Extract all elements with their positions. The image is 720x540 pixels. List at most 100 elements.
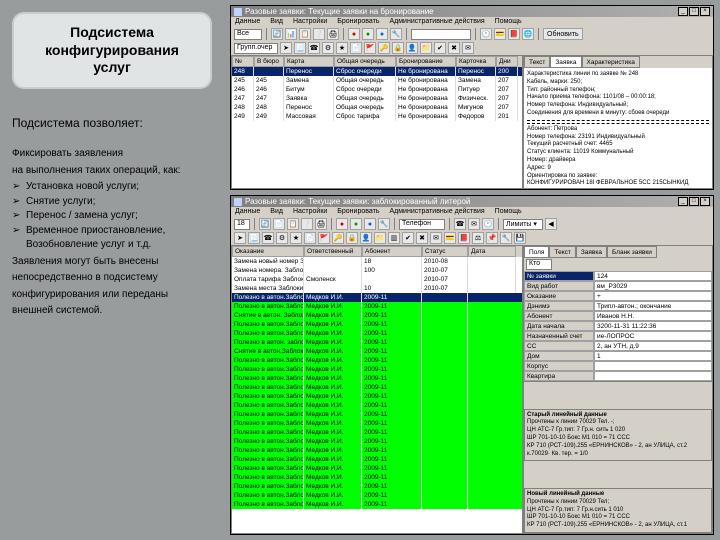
user-icon[interactable]: 👤 — [360, 232, 372, 244]
menu-item[interactable]: Данные — [235, 208, 260, 216]
tab-text[interactable]: Текст — [524, 56, 550, 68]
folder-icon[interactable]: 📁 — [374, 232, 386, 244]
copy-icon[interactable]: 📋 — [287, 218, 299, 230]
table-row[interactable]: Полезно в автон.ЗаблокированаМедков И.И.… — [232, 491, 522, 500]
tool-icon[interactable]: 🔧 — [390, 28, 402, 40]
pin-icon[interactable]: 📌 — [486, 232, 498, 244]
search-input[interactable] — [411, 29, 471, 40]
tab-request[interactable]: Заявка — [550, 56, 581, 68]
table-row[interactable]: 248248ПереносОбщая очередьНе бронирована… — [232, 103, 522, 112]
table-row[interactable]: 245245ЗаменаОбщая очередьНе бронированаЗ… — [232, 76, 522, 85]
star-icon[interactable]: ★ — [290, 232, 302, 244]
column-header[interactable]: Бронирование — [396, 56, 456, 67]
table-row[interactable]: Снятие в автон. ЗаблокированаМедков И.И.… — [232, 311, 522, 320]
table-row[interactable]: Полезно в автон.ЗаблокированаМедков И.И.… — [232, 329, 522, 338]
doc-icon[interactable]: 📄 — [273, 218, 285, 230]
minimize-button[interactable]: _ — [678, 197, 688, 206]
menu-item[interactable]: Помощь — [495, 18, 522, 26]
property-row[interactable]: ДэнимэТрипл-автон.; окончание — [524, 301, 712, 311]
tab-fields[interactable]: Поля — [524, 246, 549, 258]
table-row[interactable]: Полезно в автон.ЗаблокированаМедков И.И.… — [232, 446, 522, 455]
table-row[interactable]: Замена места Заблокирован102010-07 — [232, 284, 522, 293]
table-row[interactable]: 246246БитумСброс очередиНе бронированаПи… — [232, 85, 522, 94]
mail-icon[interactable]: ✉ — [462, 42, 474, 54]
table-row[interactable]: Полезно в автон.ЗаблокированаМедков И.И.… — [232, 401, 522, 410]
group-select[interactable]: Групп.очер — [234, 43, 278, 54]
table-row[interactable]: 247247ЗаявкаОбщая очередьНе бронированаФ… — [232, 94, 522, 103]
menu-item[interactable]: Настройки — [293, 18, 327, 26]
property-row[interactable]: АбонентИванов Н.Н. — [524, 311, 712, 321]
flag-red-icon[interactable]: ● — [336, 218, 348, 230]
book-icon[interactable]: 📕 — [458, 232, 470, 244]
table-row[interactable]: Полезно в автон.ЗаблокированаМедков И.И.… — [232, 365, 522, 374]
tab-text[interactable]: Текст — [549, 246, 575, 258]
table-row[interactable]: Полезно в автон.ЗаблокированаМедков И.И.… — [232, 419, 522, 428]
table-row[interactable]: Полезно в автон.ЗаблокированаМедков И.И.… — [232, 455, 522, 464]
table-row[interactable]: Замена новый номер Заблокирован182010-08 — [232, 257, 522, 266]
help-icon[interactable]: ❔ — [301, 218, 313, 230]
table-row[interactable]: Полезно в автон.ЗаблокированаМедков И.И.… — [232, 473, 522, 482]
grid[interactable]: ОказаниеОтветственныйАбонентСтатусДата З… — [231, 245, 523, 534]
table-row[interactable]: Полезно в автон.ЗаблокированаМедков И.И.… — [232, 383, 522, 392]
flag-icon[interactable]: 🚩 — [318, 232, 330, 244]
table-row[interactable]: Полезно в автон.ЗаблокированаМедков И.И.… — [232, 356, 522, 365]
cross-icon[interactable]: ✖ — [416, 232, 428, 244]
menu-item[interactable]: Вид — [270, 18, 283, 26]
column-header[interactable]: В бюро — [254, 56, 284, 67]
refresh-icon[interactable]: 🔄 — [259, 218, 271, 230]
property-row[interactable]: Корпус — [524, 361, 712, 371]
phone2-icon[interactable]: ☎ — [454, 218, 466, 230]
table-row[interactable]: Полезно в автон.ЗаблокированаМедков И.И.… — [232, 410, 522, 419]
mail-icon[interactable]: ✉ — [468, 218, 480, 230]
clock-icon[interactable]: 🕐 — [480, 28, 492, 40]
menu-item[interactable]: Бронировать — [337, 18, 379, 26]
flag-green-icon[interactable]: ● — [362, 28, 374, 40]
titlebar[interactable]: Разовые заявки: Текущие заявки на бронир… — [231, 6, 713, 17]
table-row[interactable]: Полезно в автон. заблок. бюроМедков И.И.… — [232, 338, 522, 347]
phone-icon[interactable]: ☎ — [308, 42, 320, 54]
who-button[interactable]: Кто — [526, 259, 552, 270]
wrench-icon[interactable]: 🔧 — [500, 232, 512, 244]
card2-icon[interactable]: 💳 — [444, 232, 456, 244]
type-select[interactable]: Телефон — [399, 219, 445, 230]
menu-item[interactable]: Вид — [270, 208, 283, 216]
table-row[interactable]: Замена номера. Заблокирован1002010-07 — [232, 266, 522, 275]
table-row[interactable]: Полезно в автон.ЗаблокированаМедков И.И.… — [232, 392, 522, 401]
column-header[interactable]: Общая очередь — [334, 56, 396, 67]
list-icon[interactable]: 📃 — [294, 42, 306, 54]
print-icon[interactable]: 🖨 — [327, 28, 339, 40]
user-icon[interactable]: 👤 — [406, 42, 418, 54]
table-row[interactable]: Полезно в автон.ЗаблокированаМедков И.И.… — [232, 437, 522, 446]
key-icon[interactable]: 🔑 — [332, 232, 344, 244]
card-icon[interactable]: 💳 — [494, 28, 506, 40]
property-row[interactable]: Дата начала3200-11-31 11:22:36 — [524, 321, 712, 331]
property-row[interactable]: СС2, ан УТН, д.9 — [524, 341, 712, 351]
refresh-button[interactable]: Обновить — [543, 28, 583, 40]
arrow-icon[interactable]: ➤ — [234, 232, 246, 244]
check-icon[interactable]: ✔ — [434, 42, 446, 54]
menu-item[interactable]: Административные действия — [389, 208, 484, 216]
property-row[interactable]: Вид работвм_P3029 — [524, 281, 712, 291]
globe-icon[interactable]: 🌐 — [522, 28, 534, 40]
grid[interactable]: №В бюроКартаОбщая очередьБронированиеКар… — [231, 55, 523, 189]
cross-icon[interactable]: ✖ — [448, 42, 460, 54]
table-row[interactable]: Оплата тарифа ЗаблокированСмоленск2010-0… — [232, 275, 522, 284]
arrow-icon[interactable]: ➤ — [280, 42, 292, 54]
flag-green-icon[interactable]: ● — [350, 218, 362, 230]
table-row[interactable]: Полезно в автон.ЗаблокированаМедков И.И.… — [232, 302, 522, 311]
phone-icon[interactable]: ☎ — [262, 232, 274, 244]
layers-icon[interactable]: ▥ — [388, 232, 400, 244]
column-header[interactable]: Абонент — [362, 246, 422, 257]
close-button[interactable]: × — [700, 7, 710, 16]
maximize-button[interactable]: □ — [689, 7, 699, 16]
doc-icon[interactable]: 📄 — [350, 42, 362, 54]
table-row[interactable]: Полезно в автон.ЗаблокированаМедков И.И.… — [232, 374, 522, 383]
table-row[interactable]: Полезно в автон.ЗаблокированаМедков И.И.… — [232, 293, 522, 302]
gear-icon[interactable]: ⚙ — [322, 42, 334, 54]
flag-blue-icon[interactable]: ● — [364, 218, 376, 230]
flag-red-icon[interactable]: ● — [348, 28, 360, 40]
flag-blue-icon[interactable]: ● — [376, 28, 388, 40]
id-input[interactable]: 18 — [234, 219, 250, 230]
property-row[interactable]: № заявки124 — [524, 271, 712, 281]
star-icon[interactable]: ★ — [336, 42, 348, 54]
